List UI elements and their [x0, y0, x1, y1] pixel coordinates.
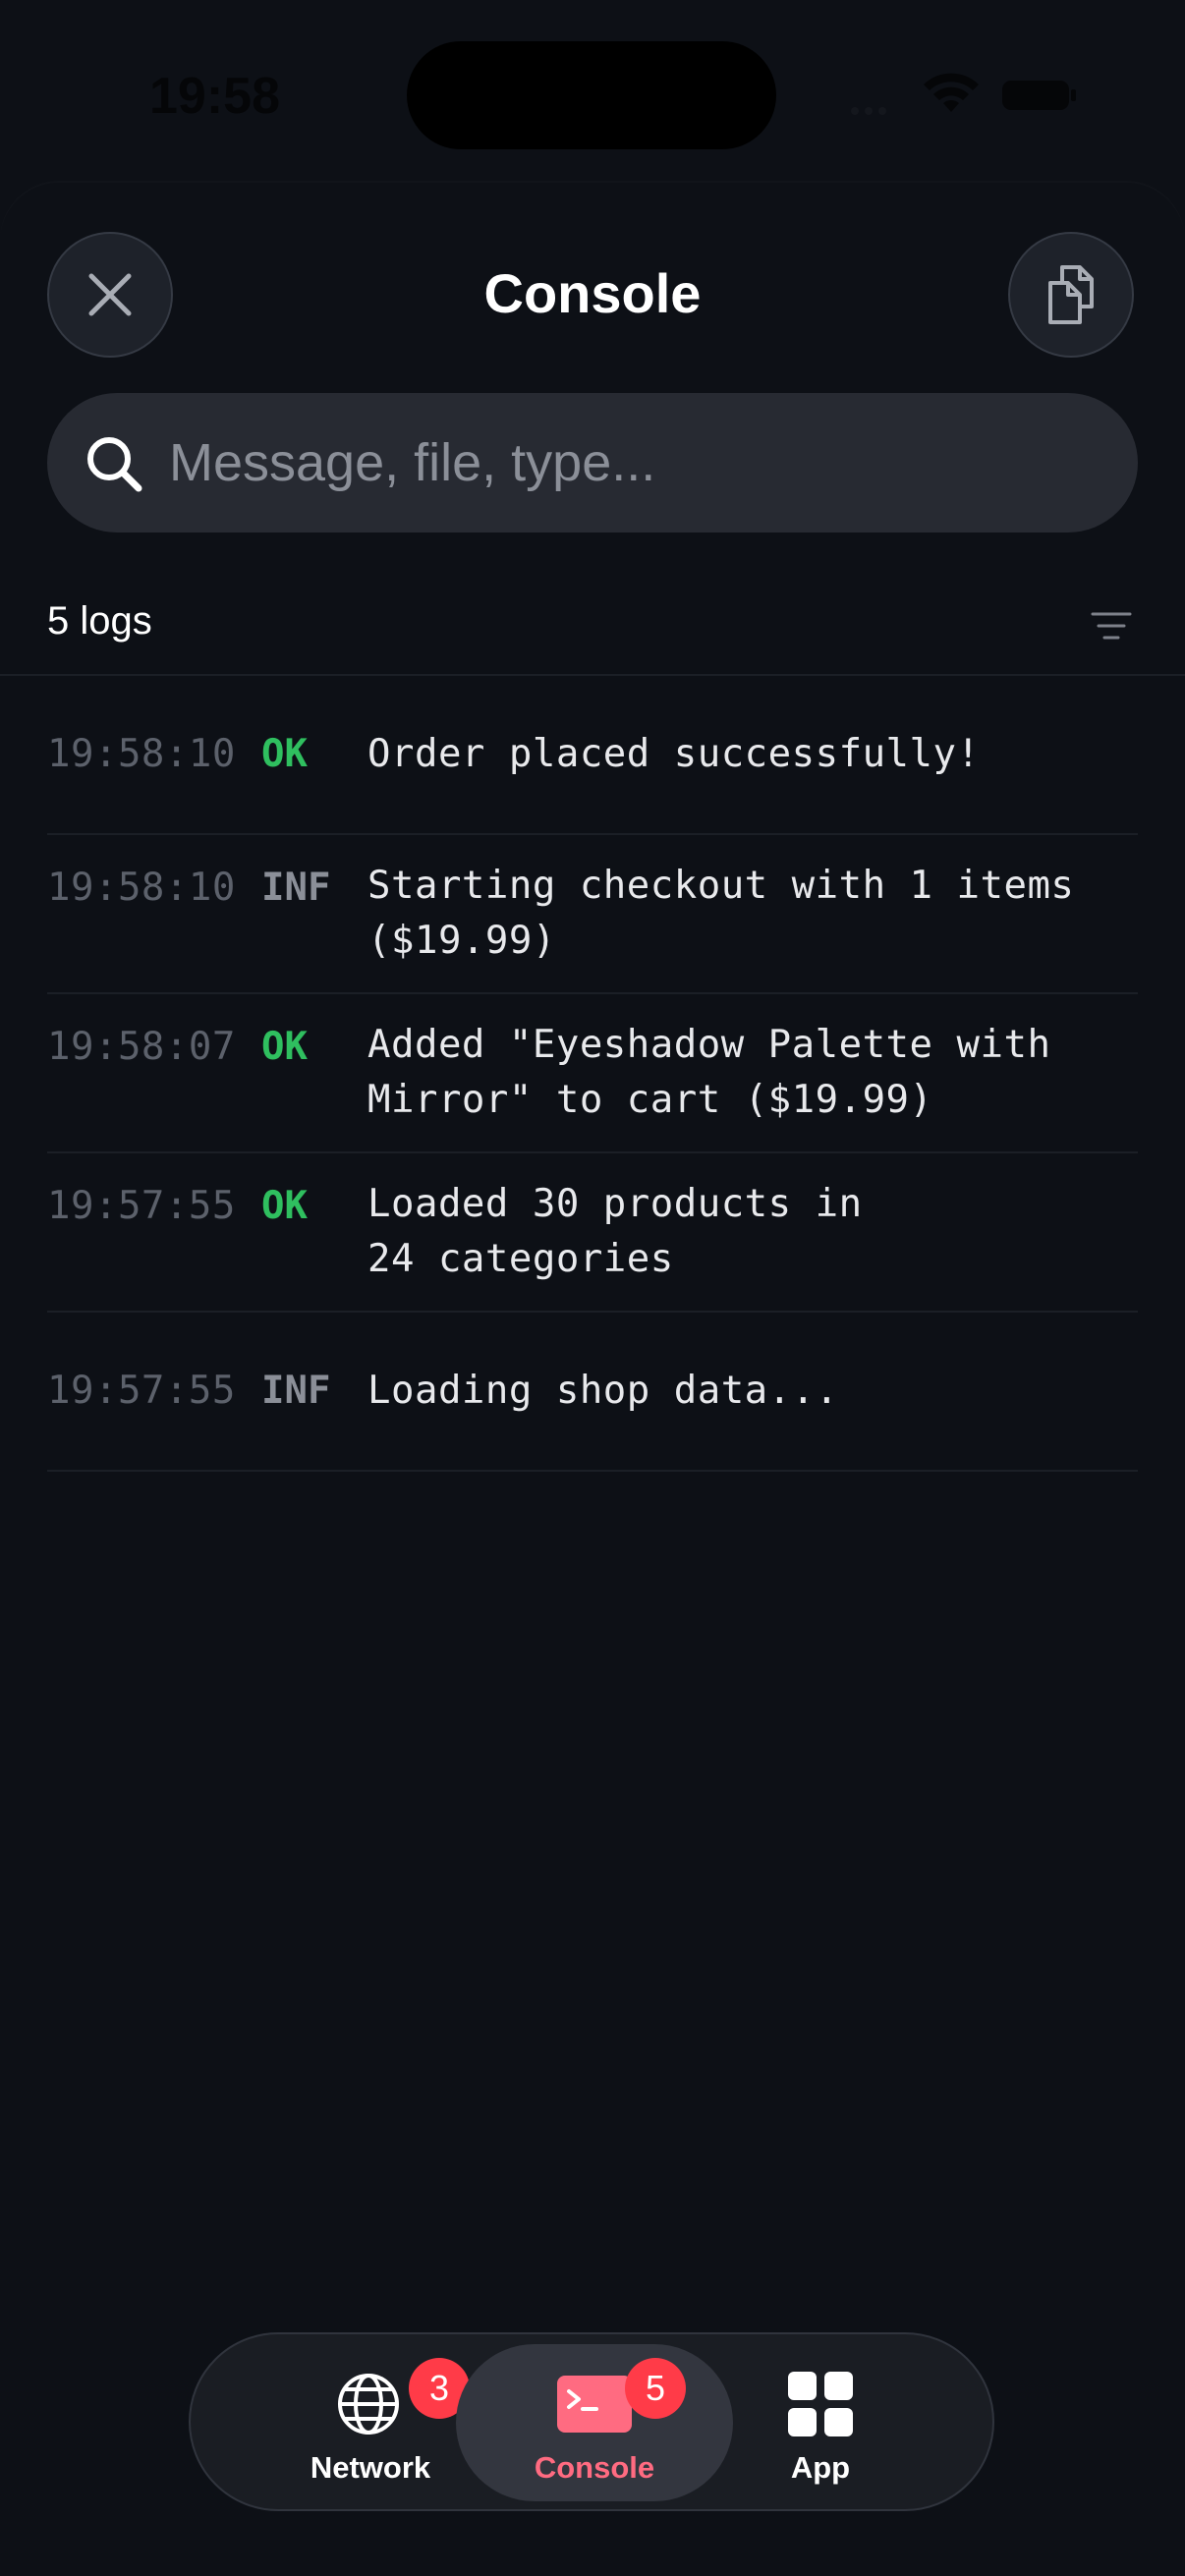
log-row[interactable]: 19:58:10 OK Order placed successfully! [47, 676, 1138, 835]
log-level: INF [261, 1369, 331, 1413]
tab-label: App [790, 2450, 851, 2485]
cellular-signal-icon [851, 102, 906, 115]
log-time: 19:58:07 [47, 1025, 236, 1069]
log-time: 19:58:10 [47, 866, 236, 910]
copy-button[interactable] [1008, 232, 1134, 358]
log-row[interactable]: 19:58:07 OK Added "Eyeshadow Palette wit… [47, 994, 1138, 1153]
tab-bar: 3 Network 5 Console App [189, 2332, 994, 2511]
globe-icon [338, 2374, 399, 2435]
copy-icon [1048, 265, 1094, 324]
wifi-icon [924, 73, 979, 112]
log-time: 19:58:10 [47, 732, 236, 776]
log-row[interactable]: 19:57:55 INF Loading shop data... [47, 1313, 1138, 1472]
log-row[interactable]: 19:58:10 INF Starting checkout with 1 it… [47, 835, 1138, 994]
log-list: 19:58:10 OK Order placed successfully! 1… [47, 676, 1138, 1472]
log-time: 19:57:55 [47, 1369, 236, 1413]
log-message: Starting checkout with 1 items ($19.99) [367, 864, 1075, 963]
log-count: 5 logs [47, 599, 152, 643]
filter-icon[interactable] [1091, 611, 1132, 641]
log-level: INF [261, 866, 331, 910]
console-badge: 5 [625, 2358, 686, 2419]
search-bar[interactable] [47, 393, 1138, 532]
terminal-icon [557, 2376, 632, 2433]
log-message: Added "Eyeshadow Palette with Mirror" to… [367, 1023, 1051, 1122]
log-message: Loading shop data... [367, 1369, 839, 1413]
tab-app[interactable]: App [682, 2344, 959, 2501]
search-icon [87, 437, 142, 492]
log-message: Loaded 30 products in 24 categories [367, 1182, 863, 1281]
search-input[interactable] [169, 393, 1112, 532]
log-row[interactable]: 19:57:55 OK Loaded 30 products in 24 cat… [47, 1153, 1138, 1313]
log-level: OK [261, 732, 308, 776]
screen: 19:58 Console Message, file, type... 5 l… [0, 0, 1185, 2576]
log-level: OK [261, 1025, 308, 1069]
status-time: 19:58 [149, 68, 280, 125]
battery-icon [1002, 81, 1076, 110]
log-time: 19:57:55 [47, 1184, 236, 1228]
log-level: OK [261, 1184, 308, 1228]
grid-icon [788, 2372, 853, 2436]
log-message: Order placed successfully! [367, 732, 981, 776]
dynamic-island [407, 41, 776, 149]
console-sheet: Console 5 logs 19:58:10 OK [0, 183, 1185, 2576]
